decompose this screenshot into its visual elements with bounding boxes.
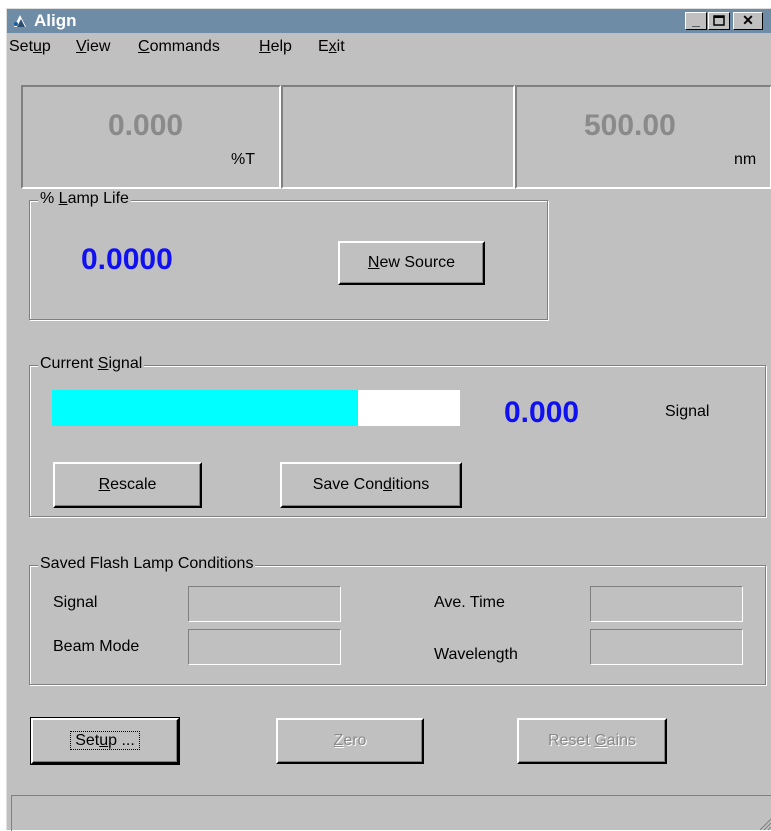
saved-wavelength-label: Wavelength (434, 646, 518, 663)
title-bar[interactable]: Align _ ✕ (7, 9, 771, 33)
menu-help[interactable]: Help (259, 38, 292, 56)
wavelength-value: 500.00 (584, 109, 676, 142)
lamp-life-value: 0.0000 (81, 243, 173, 276)
saved-beam-mode-label: Beam Mode (53, 638, 140, 655)
blank-readout (281, 85, 515, 189)
transmittance-unit: %T (231, 151, 255, 168)
transmittance-readout: 0.000 %T (21, 85, 281, 189)
window-title: Align (34, 11, 77, 30)
minimize-button[interactable]: _ (685, 12, 707, 30)
saved-ave-time-label: Ave. Time (434, 594, 505, 611)
minimize-icon: _ (692, 12, 700, 28)
current-signal-label: Current Signal (38, 355, 145, 373)
maximize-button[interactable] (708, 12, 730, 30)
signal-bar-fill (52, 390, 358, 426)
signal-value-label: Signal (665, 403, 710, 420)
wavelength-readout: 500.00 nm (515, 85, 771, 189)
saved-signal-field[interactable] (188, 586, 341, 622)
new-source-button[interactable]: New Source (338, 241, 485, 285)
signal-value: 0.000 (504, 396, 580, 429)
menu-commands[interactable]: Commands (138, 38, 220, 56)
maximize-icon (713, 15, 725, 26)
saved-conditions-group (29, 565, 766, 685)
app-icon (11, 12, 29, 30)
menu-view[interactable]: View (76, 38, 110, 56)
setup-button[interactable]: Setup ... (30, 717, 180, 765)
menu-setup[interactable]: Setup (9, 38, 51, 56)
reset-gains-button[interactable]: Reset Gains (517, 718, 667, 764)
menu-exit[interactable]: Exit (318, 38, 345, 56)
close-icon: ✕ (742, 12, 754, 28)
zero-button[interactable]: Zero (276, 718, 424, 764)
align-window: Align _ ✕ Setup View Commands Help Exit … (6, 8, 771, 831)
saved-wavelength-field[interactable] (590, 629, 743, 665)
resize-grip-icon[interactable] (758, 817, 771, 831)
save-conditions-button[interactable]: Save Conditions (280, 462, 462, 508)
transmittance-value: 0.000 (108, 109, 184, 142)
saved-ave-time-field[interactable] (590, 586, 743, 622)
saved-beam-mode-field[interactable] (188, 629, 341, 665)
menu-bar: Setup View Commands Help Exit (7, 35, 771, 59)
setup-button-label: Setup ... (70, 731, 140, 750)
status-bar (11, 795, 771, 831)
rescale-button[interactable]: Rescale (53, 462, 202, 508)
close-button[interactable]: ✕ (733, 12, 763, 30)
saved-conditions-label: Saved Flash Lamp Conditions (38, 555, 256, 573)
saved-signal-label: Signal (53, 594, 98, 611)
wavelength-unit: nm (734, 151, 757, 168)
signal-bar-track (52, 390, 460, 426)
lamp-life-label: % Lamp Life (38, 190, 131, 208)
